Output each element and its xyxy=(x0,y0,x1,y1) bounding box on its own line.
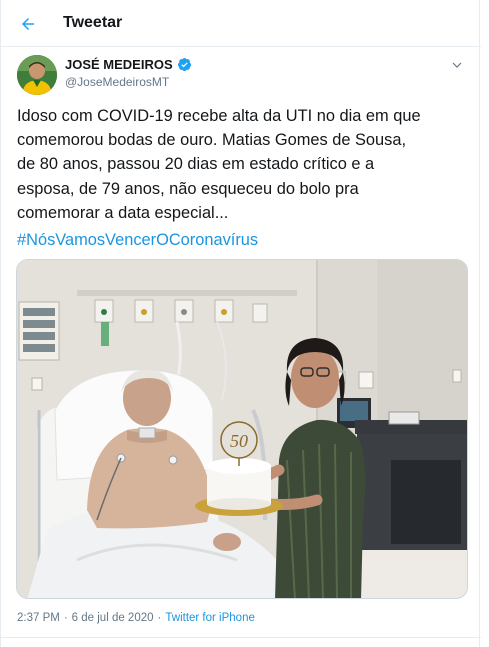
more-options-button[interactable] xyxy=(447,55,467,75)
tweet-text-line: esposa, de 79 anos, não esqueceu do bolo… xyxy=(17,179,359,198)
author-handle[interactable]: @JoseMedeirosMT xyxy=(65,75,169,89)
tweet-metadata: 2:37 PM · 6 de jul de 2020 · Twitter for… xyxy=(17,612,255,624)
tweet-text-line: comemorar a data especial... xyxy=(17,203,229,222)
tweet-date[interactable]: 6 de jul de 2020 xyxy=(72,612,154,624)
author-name-row: JOSÉ MEDEIROS xyxy=(65,57,192,72)
arrow-left-icon xyxy=(22,18,34,30)
meta-separator: · xyxy=(157,612,162,624)
tweet-author: JOSÉ MEDEIROS @JoseMedeirosMT xyxy=(17,55,467,99)
tweet-photo[interactable]: 50 xyxy=(16,259,468,599)
chevron-down-icon xyxy=(452,62,462,68)
tweet-text-line: de 80 anos, passou 20 dias em estado crí… xyxy=(17,155,375,174)
top-bar: Tweetar xyxy=(1,0,481,47)
meta-separator: · xyxy=(63,612,68,624)
tweet-text-line: Idoso com COVID-19 recebe alta da UTI no… xyxy=(17,107,421,125)
verified-badge-icon xyxy=(177,57,192,72)
tweet-text-line: comemorou bodas de ouro. Matias Gomes de… xyxy=(17,131,407,150)
divider xyxy=(1,637,481,638)
cake-topper-text: 50 xyxy=(230,431,248,451)
hospital-photo: 50 xyxy=(17,260,467,598)
tweet-text: Idoso com COVID-19 recebe alta da UTI no… xyxy=(17,104,469,225)
page-title: Tweetar xyxy=(63,14,123,31)
avatar[interactable] xyxy=(17,55,57,95)
tweet-source-link[interactable]: Twitter for iPhone xyxy=(165,612,254,624)
author-name[interactable]: JOSÉ MEDEIROS xyxy=(65,57,173,72)
hashtag-link[interactable]: #NósVamosVencerOCoronavírus xyxy=(17,228,258,252)
avatar-image xyxy=(17,55,57,95)
back-button[interactable] xyxy=(13,9,43,39)
tweet-time[interactable]: 2:37 PM xyxy=(17,612,60,624)
timeline-column: Tweetar JOSÉ MEDEIROS @JoseMedeirosMT Id… xyxy=(0,0,481,647)
